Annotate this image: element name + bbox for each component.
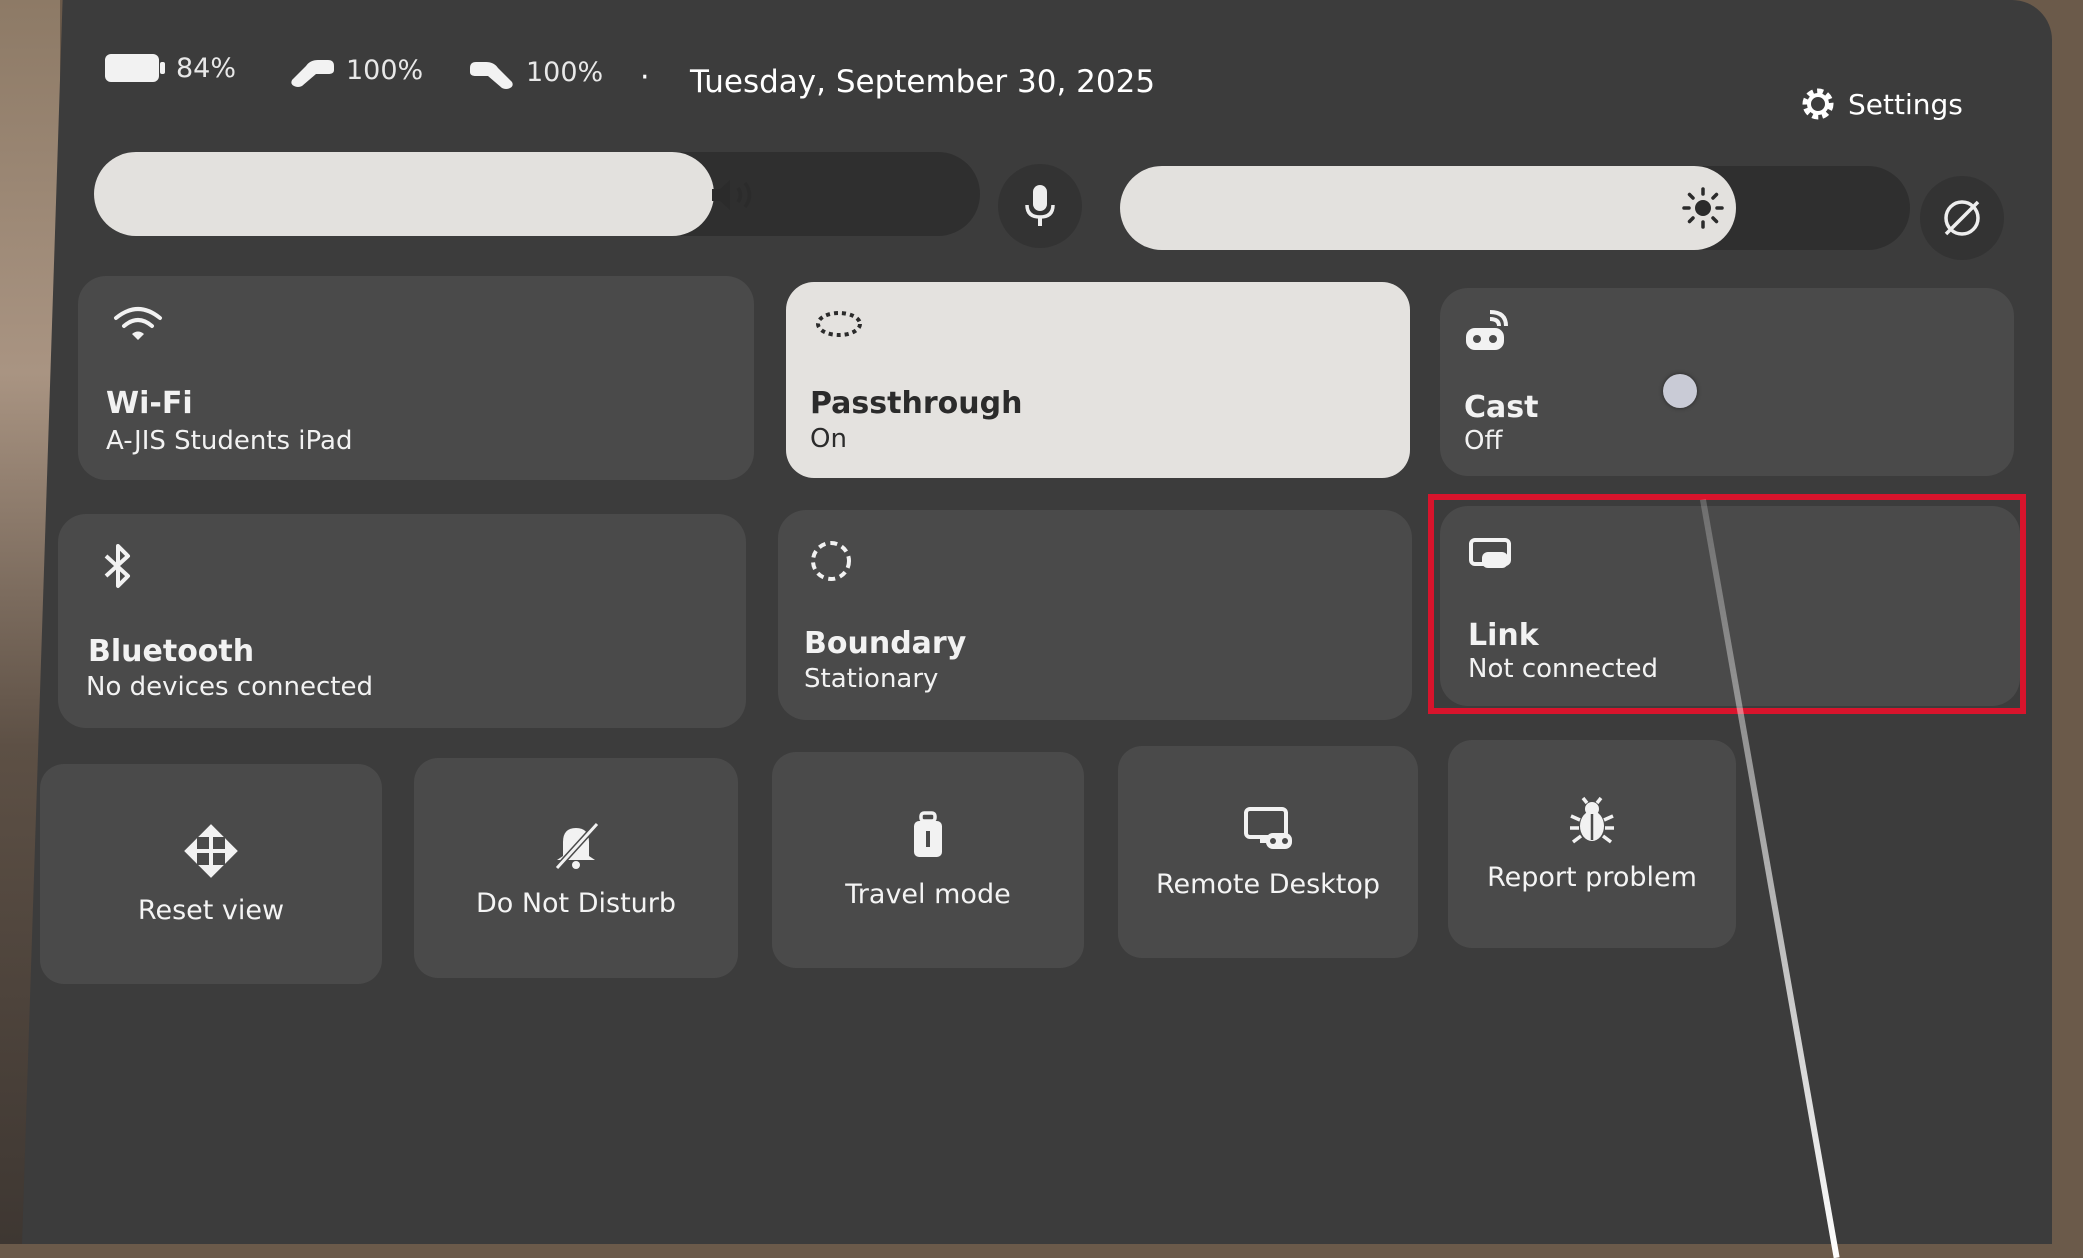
passthrough-icon <box>816 311 862 337</box>
settings-button[interactable]: Settings <box>1798 84 1963 124</box>
cast-title: Cast <box>1464 390 1539 425</box>
bell-off-icon <box>554 821 600 870</box>
auto-brightness-off-icon <box>1944 200 1980 236</box>
wifi-title: Wi-Fi <box>106 386 193 421</box>
cast-tile[interactable]: Cast Off <box>1440 288 2014 476</box>
remote-desktop-icon <box>1244 806 1292 849</box>
brightness-slider[interactable] <box>1120 166 1910 250</box>
report-problem-button[interactable]: Report problem <box>1448 740 1736 948</box>
bluetooth-tile[interactable]: Bluetooth No devices connected <box>58 514 746 728</box>
auto-brightness-button[interactable] <box>1920 176 2004 260</box>
wifi-subtitle: A-JIS Students iPad <box>106 426 353 456</box>
settings-label: Settings <box>1848 87 1963 121</box>
reset-view-button[interactable]: Reset view <box>40 764 382 984</box>
left-controller-icon <box>291 60 334 87</box>
wifi-tile[interactable]: Wi-Fi A-JIS Students iPad <box>78 276 754 480</box>
boundary-tile[interactable]: Boundary Stationary <box>778 510 1412 720</box>
travel-mode-label: Travel mode <box>845 878 1011 910</box>
microphone-button[interactable] <box>998 164 1082 248</box>
headset-battery-label: 84% <box>176 52 237 84</box>
left-controller-battery-label: 100% <box>346 54 424 86</box>
right-controller-battery-label: 100% <box>526 56 604 88</box>
headset-battery: 84% <box>104 52 236 84</box>
brightness-icon <box>1682 187 1724 229</box>
do-not-disturb-button[interactable]: Do Not Disturb <box>414 758 738 978</box>
boundary-icon <box>811 541 851 581</box>
remote-desktop-label: Remote Desktop <box>1155 868 1381 900</box>
link-tile-highlight <box>1428 494 2026 714</box>
reset-view-label: Reset view <box>137 894 285 926</box>
speaker-icon <box>712 180 752 210</box>
wifi-icon <box>114 307 162 340</box>
boundary-subtitle: Stationary <box>804 664 939 694</box>
gear-icon <box>1802 88 1834 120</box>
separator-dot: · <box>640 60 650 95</box>
pointer-cursor <box>1663 374 1697 408</box>
boundary-title: Boundary <box>804 626 967 661</box>
right-controller-battery: 100% <box>468 54 603 90</box>
passthrough-tile[interactable]: Passthrough On <box>786 282 1410 478</box>
report-problem-label: Report problem <box>1487 861 1697 893</box>
passthrough-title: Passthrough <box>810 386 1023 421</box>
right-controller-icon <box>470 62 513 89</box>
passthrough-subtitle: On <box>810 424 847 454</box>
brightness-slider-fill <box>1120 166 1737 250</box>
do-not-disturb-label: Do Not Disturb <box>475 887 677 919</box>
microphone-icon <box>1025 185 1055 226</box>
suitcase-icon <box>914 810 942 857</box>
cast-icon <box>1466 310 1508 350</box>
bug-icon <box>1570 796 1614 843</box>
volume-slider-fill <box>94 152 715 236</box>
cast-subtitle: Off <box>1464 426 1503 456</box>
bluetooth-title: Bluetooth <box>88 634 255 669</box>
bluetooth-subtitle: No devices connected <box>86 672 373 702</box>
move-arrows-icon <box>184 823 238 878</box>
travel-mode-button[interactable]: Travel mode <box>772 752 1084 968</box>
left-controller-battery: 100% <box>288 52 423 88</box>
bluetooth-icon <box>104 544 130 588</box>
volume-slider[interactable] <box>94 152 980 236</box>
remote-desktop-button[interactable]: Remote Desktop <box>1118 746 1418 958</box>
battery-icon <box>105 54 165 82</box>
date-label: Tuesday, September 30, 2025 <box>690 64 1156 100</box>
